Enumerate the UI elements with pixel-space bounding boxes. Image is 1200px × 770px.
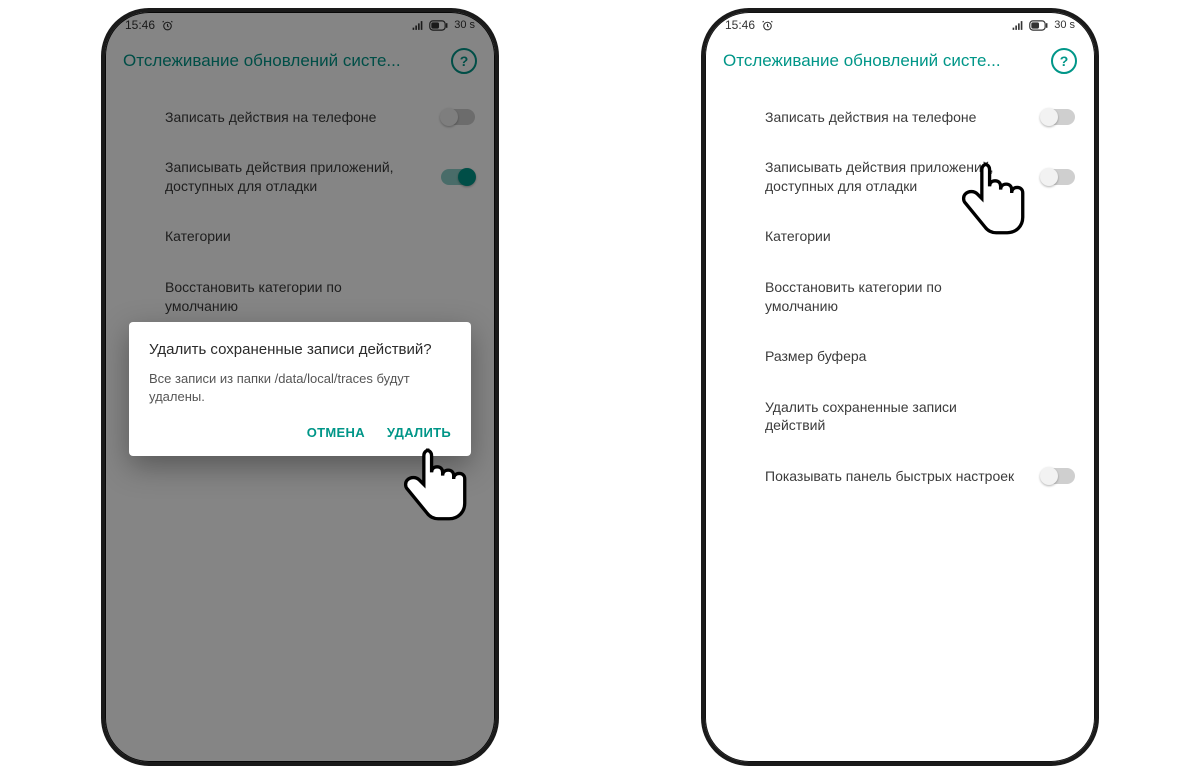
status-bar: 15:46 30 s <box>705 12 1095 38</box>
alarm-icon <box>761 19 774 32</box>
app-bar: Отслеживание обновлений систе... ? <box>705 38 1095 84</box>
row-label: Размер буфера <box>765 347 866 366</box>
row-buffer-size[interactable]: Размер буфера <box>705 330 1095 384</box>
comparison-canvas: 15:46 30 s Отслеживание обновлений систе… <box>0 0 1200 770</box>
volume-down-button <box>701 190 702 246</box>
row-delete-saved[interactable]: Удалить сохраненные записи действий <box>705 384 1095 450</box>
row-record-debug-apps[interactable]: Записывать действия приложений, доступны… <box>705 144 1095 210</box>
row-record-phone[interactable]: Записать действия на телефоне <box>705 90 1095 144</box>
phone-left: 15:46 30 s Отслеживание обновлений систе… <box>101 8 499 766</box>
row-label: Категории <box>765 227 831 246</box>
status-battery-text: 30 s <box>1054 19 1075 31</box>
cancel-button[interactable]: ОТМЕНА <box>307 425 365 440</box>
volume-up-button <box>101 142 102 178</box>
dialog-body: Все записи из папки /data/local/traces б… <box>149 370 451 406</box>
row-label: Записать действия на телефоне <box>765 108 976 127</box>
dialog-actions: ОТМЕНА УДАЛИТЬ <box>149 421 451 448</box>
row-label: Удалить сохраненные записи действий <box>765 398 1015 436</box>
app-title: Отслеживание обновлений систе... <box>723 51 1001 71</box>
row-label: Восстановить категории по умолчанию <box>765 278 1015 316</box>
toggle-record-debug-apps[interactable] <box>1041 169 1075 185</box>
status-time: 15:46 <box>725 18 755 32</box>
settings-list: Записать действия на телефоне Записывать… <box>705 84 1095 503</box>
toggle-show-qs-panel[interactable] <box>1041 468 1075 484</box>
row-show-qs-panel[interactable]: Показывать панель быстрых настроек <box>705 449 1095 503</box>
dialog-title: Удалить сохраненные записи действий? <box>149 340 451 360</box>
power-button <box>498 162 499 236</box>
volume-down-button <box>101 190 102 246</box>
battery-icon <box>1029 20 1049 31</box>
toggle-record-phone[interactable] <box>1041 109 1075 125</box>
help-icon[interactable]: ? <box>1051 48 1077 74</box>
row-categories[interactable]: Категории <box>705 210 1095 264</box>
confirm-dialog: Удалить сохраненные записи действий? Все… <box>129 322 471 456</box>
volume-up-button <box>701 142 702 178</box>
power-button <box>1098 162 1099 236</box>
row-label: Показывать панель быстрых настроек <box>765 467 1014 486</box>
delete-button[interactable]: УДАЛИТЬ <box>387 425 451 440</box>
phone-right: 15:46 30 s Отслеживание обновлений систе… <box>701 8 1099 766</box>
row-restore-categories[interactable]: Восстановить категории по умолчанию <box>705 264 1095 330</box>
row-label: Записывать действия приложений, доступны… <box>765 158 1015 196</box>
signal-icon <box>1011 19 1024 32</box>
